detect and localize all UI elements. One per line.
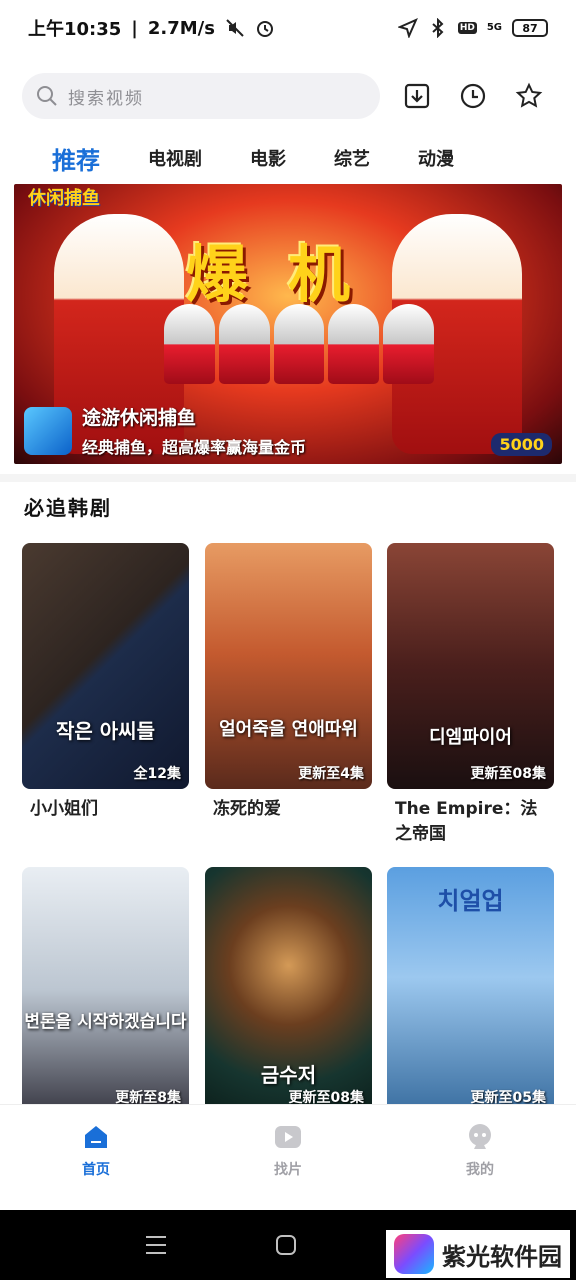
- search-icon: [37, 86, 57, 106]
- episode-badge: 更新至08集: [470, 766, 546, 782]
- poster-text: 작은 아씨들: [56, 719, 155, 743]
- episode-badge: 更新至4集: [298, 766, 364, 782]
- tab-anime[interactable]: 动漫: [394, 145, 478, 171]
- status-bar: 上午10:35 | 2.7M/s HD 5G 87: [0, 0, 576, 56]
- home-button-icon[interactable]: [275, 1234, 297, 1256]
- banner-art-text: 爆机: [185, 238, 390, 311]
- alarm-icon: [256, 21, 273, 37]
- drama-card[interactable]: 작은 아씨들 全12集 小小姐们: [22, 543, 189, 822]
- poster-text: 변론을 시작하겠습니다: [24, 1012, 187, 1032]
- promo-banner[interactable]: 爆机 休闲捕鱼 途游休闲捕鱼 经典捕鱼，超高爆率赢海量金币 5000: [14, 184, 562, 464]
- drama-title[interactable]: The Empire：法之帝国: [387, 797, 554, 847]
- promo-title: 途游休闲捕鱼: [82, 407, 197, 429]
- banner-badge: 休闲捕鱼: [28, 188, 100, 209]
- profile-icon: [469, 1124, 491, 1149]
- drama-card[interactable]: 치얼업 更新至05集: [387, 867, 554, 1113]
- bluetooth-icon: [432, 18, 444, 38]
- home-icon: [85, 1126, 107, 1148]
- drama-card[interactable]: 얼어죽을 연애따위 更新至4集 冻死的爱: [205, 543, 372, 822]
- mute-icon: [226, 19, 244, 37]
- history-icon[interactable]: [458, 81, 488, 111]
- tab-tv[interactable]: 电视剧: [124, 145, 226, 171]
- rocket-graphic: [164, 304, 215, 384]
- drama-title[interactable]: 冻死的爱: [205, 797, 372, 822]
- tab-movie[interactable]: 电影: [226, 145, 310, 171]
- search-row: 搜索视频: [0, 72, 576, 120]
- status-time: 上午10:35: [28, 19, 122, 40]
- nav-home[interactable]: 首页: [36, 1123, 156, 1179]
- app-icon: [24, 406, 72, 455]
- drama-poster[interactable]: 얼어죽을 연애따위 更新至4集: [205, 543, 372, 789]
- section-divider: [0, 474, 576, 482]
- promo-subtitle: 经典捕鱼，超高爆率赢海量金币: [82, 438, 307, 457]
- status-speed: 2.7M/s: [147, 17, 215, 39]
- banner-promo: 途游休闲捕鱼 经典捕鱼，超高爆率赢海量金币: [24, 403, 306, 458]
- drama-card[interactable]: 금수저 更新至08集: [205, 867, 372, 1113]
- category-tabs: 推荐 电视剧 电影 综艺 动漫: [0, 134, 576, 182]
- top-actions: [402, 81, 544, 111]
- nav-discover-label: 找片: [274, 1162, 302, 1178]
- watermark: 紫光软件园: [386, 1230, 570, 1278]
- tab-variety[interactable]: 综艺: [310, 145, 394, 171]
- watermark-text: 紫光软件园: [442, 1242, 562, 1271]
- drama-title[interactable]: 小小姐们: [22, 797, 189, 822]
- watermark-logo: [394, 1234, 434, 1274]
- search-placeholder: 搜索视频: [68, 88, 144, 109]
- nav-home-label: 首页: [82, 1162, 110, 1178]
- drama-poster[interactable]: 치얼업 更新至05集: [387, 867, 554, 1113]
- play-icon: [275, 1126, 301, 1148]
- status-separator: |: [131, 17, 138, 39]
- poster-text: 치얼업: [437, 887, 504, 915]
- hd-badge: HD: [457, 22, 477, 34]
- download-icon[interactable]: [402, 81, 432, 111]
- rocket-graphic: [218, 304, 270, 384]
- nav-discover[interactable]: 找片: [228, 1123, 348, 1179]
- drama-card[interactable]: 변론을 시작하겠습니다 更新至8集: [22, 867, 189, 1113]
- section-title: 必追韩剧: [24, 496, 112, 520]
- promo-text: 途游休闲捕鱼 经典捕鱼，超高爆率赢海量金币: [82, 403, 306, 458]
- nav-profile[interactable]: 我的: [420, 1123, 540, 1179]
- bottom-nav: 首页 找片 我的: [0, 1104, 576, 1210]
- drama-poster[interactable]: 디엠파이어 更新至08集: [387, 543, 554, 789]
- rocket-graphic: [383, 304, 434, 384]
- location-icon: [397, 18, 418, 38]
- poster-text: 디엠파이어: [429, 727, 512, 748]
- rocket-graphic: [328, 304, 380, 384]
- rocket-graphic: [273, 304, 325, 384]
- menu-icon[interactable]: [144, 1234, 168, 1256]
- poster-text: 금수저: [260, 1063, 317, 1087]
- status-right: HD 5G 87: [397, 18, 548, 38]
- nav-profile-label: 我的: [466, 1162, 494, 1178]
- signal-icon: 5G: [486, 22, 502, 33]
- status-left: 上午10:35 | 2.7M/s: [28, 15, 275, 41]
- drama-card[interactable]: 디엠파이어 更新至08集 The Empire：法之帝国: [387, 543, 554, 847]
- banner-rockets: [164, 304, 434, 384]
- star-icon[interactable]: [514, 81, 544, 111]
- battery-icon: 87: [512, 19, 548, 37]
- poster-text: 얼어죽을 연애따위: [219, 719, 358, 740]
- tab-recommend[interactable]: 推荐: [0, 141, 124, 176]
- episode-badge: 全12集: [133, 766, 181, 782]
- coin-value: 5000: [491, 433, 552, 456]
- drama-poster[interactable]: 금수저 更新至08集: [205, 867, 372, 1113]
- drama-poster[interactable]: 변론을 시작하겠습니다 更新至8集: [22, 867, 189, 1113]
- search-input[interactable]: 搜索视频: [22, 73, 380, 119]
- drama-poster[interactable]: 작은 아씨들 全12集: [22, 543, 189, 789]
